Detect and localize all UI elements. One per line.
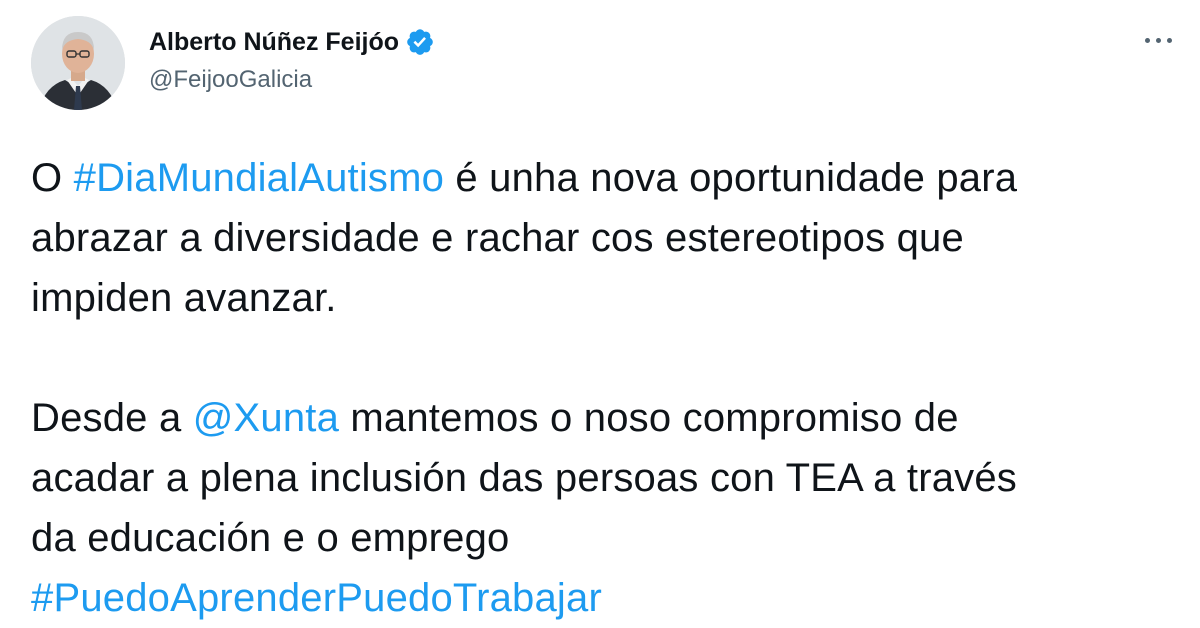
tweet-text: O #DiaMundialAutismo é unha nova oportun…: [31, 148, 1181, 628]
display-name[interactable]: Alberto Núñez Feijóo: [149, 28, 399, 57]
more-horizontal-icon[interactable]: [1138, 22, 1178, 58]
name-row: Alberto Núñez Feijóo: [149, 24, 435, 60]
dot: [1155, 37, 1161, 43]
text-segment: mantemos o noso compromiso de: [339, 396, 959, 440]
text-segment: O: [31, 156, 74, 200]
text-segment: impiden avanzar.: [31, 276, 337, 320]
text-segment: acadar a plena inclusión das persoas con…: [31, 456, 1018, 500]
hashtag-link[interactable]: #DiaMundialAutismo: [74, 156, 444, 200]
author-block: Alberto Núñez Feijóo @FeijooGalicia: [149, 24, 435, 94]
dot: [1166, 37, 1172, 43]
hashtag-link[interactable]: #PuedoAprenderPuedoTrabajar: [31, 576, 602, 620]
text-segment: Desde a: [31, 396, 193, 440]
avatar[interactable]: [31, 16, 125, 110]
paragraph-1: O #DiaMundialAutismo é unha nova oportun…: [31, 148, 1181, 328]
verified-badge-icon: [407, 29, 433, 55]
text-segment: da educación e o emprego: [31, 516, 510, 560]
paragraph-2: Desde a @Xunta mantemos o noso compromis…: [31, 388, 1181, 628]
text-segment: abrazar a diversidade e rachar cos ester…: [31, 216, 964, 260]
avatar-photo-icon: [31, 16, 125, 110]
dot: [1144, 37, 1150, 43]
mention-link[interactable]: @Xunta: [193, 396, 339, 440]
text-segment: é unha nova oportunidade para: [444, 156, 1018, 200]
handle[interactable]: @FeijooGalicia: [149, 66, 435, 94]
tweet-card: Alberto Núñez Feijóo @FeijooGalicia O #D…: [0, 0, 1200, 620]
